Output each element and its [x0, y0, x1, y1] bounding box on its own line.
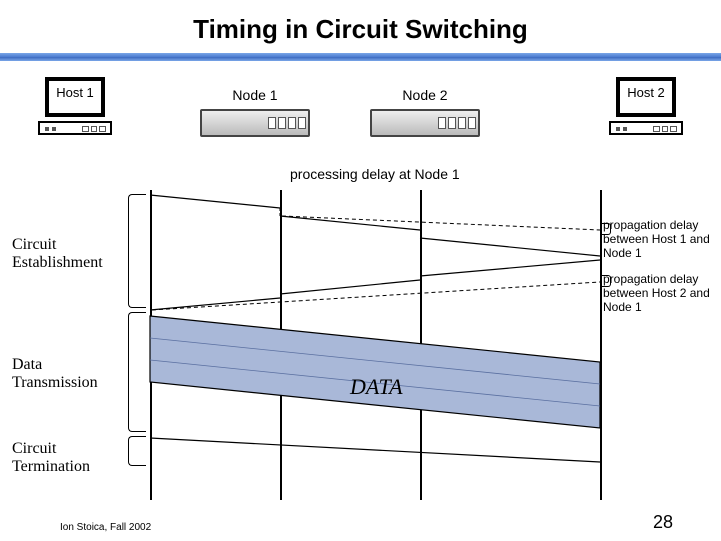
page-title: Timing in Circuit Switching	[0, 0, 721, 53]
bracket-establishment	[128, 194, 146, 308]
host2-computer: Host 2	[606, 77, 686, 137]
phase-establishment-label: Circuit Establishment	[12, 236, 122, 272]
footer-author: Ion Stoica, Fall 2002	[60, 522, 151, 533]
host2-label: Host 2	[627, 85, 665, 100]
host1-computer: Host 1	[35, 77, 115, 137]
data-label: DATA	[350, 374, 403, 400]
bracket-transmission	[128, 312, 146, 432]
node1-router: Node 1	[200, 109, 310, 137]
timing-diagram: processing delay at Node 1 propagation d…	[0, 190, 721, 500]
divider-bar	[0, 53, 721, 61]
devices-row: Host 1 Node 1 Node 2 Host 2	[0, 71, 721, 151]
node2-router: Node 2	[370, 109, 480, 137]
bracket-termination	[128, 436, 146, 466]
phase-termination-label: Circuit Termination	[12, 440, 122, 476]
host1-label: Host 1	[56, 85, 94, 100]
processing-delay-label: processing delay at Node 1	[290, 166, 460, 182]
node1-label: Node 1	[200, 87, 310, 103]
node2-label: Node 2	[370, 87, 480, 103]
footer-page: 28	[653, 512, 673, 533]
phase-transmission-label: Data Transmission	[12, 356, 122, 392]
prop1-label: propagation delay between Host 1 and Nod…	[603, 218, 713, 260]
prop2-label: propagation delay between Host 2 and Nod…	[603, 272, 713, 314]
